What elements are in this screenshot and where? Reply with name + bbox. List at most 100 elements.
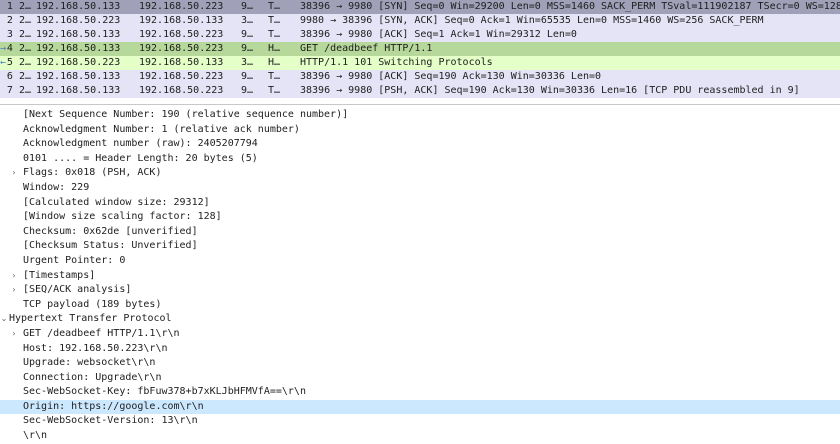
packet-details-tree[interactable]: [Next Sequence Number: 190 (relative seq…	[0, 105, 840, 444]
packet-info: 38396 → 9980 [SYN] Seq=0 Win=29200 Len=0…	[300, 1, 840, 12]
chevron-right-icon[interactable]: ›	[9, 283, 19, 298]
packet-source: 192.168.50.223	[36, 15, 121, 26]
packet-length: 9…	[241, 71, 254, 82]
detail-text: Upgrade: websocket\r\n	[23, 357, 156, 369]
packet-source: 192.168.50.133	[36, 85, 121, 96]
packet-source: 192.168.50.133	[36, 71, 121, 82]
packet-row[interactable]: 7 2… 192.168.50.133 192.168.50.223 9… T… 3839…	[0, 84, 840, 98]
detail-row[interactable]: Window: 229	[0, 181, 840, 196]
packet-destination: 192.168.50.133	[139, 15, 224, 26]
response-arrow-icon: ←	[0, 57, 7, 68]
packet-length: 3…	[241, 15, 254, 26]
packet-length: 9…	[241, 29, 254, 40]
detail-row[interactable]: › Flags: 0x018 (PSH, ACK)	[0, 166, 840, 181]
chevron-down-icon[interactable]: ⌄	[0, 312, 9, 327]
packet-protocol: T…	[268, 15, 281, 26]
detail-row[interactable]: › [SEQ/ACK analysis]	[0, 283, 840, 298]
detail-row[interactable]: 0101 .... = Header Length: 20 bytes (5)	[0, 152, 840, 167]
packet-number: 7 2…	[6, 85, 31, 96]
detail-text: Checksum: 0x62de [unverified]	[23, 225, 198, 237]
detail-row[interactable]: Sec-WebSocket-Version: 13\r\n	[0, 414, 840, 429]
packet-length: 3…	[241, 57, 254, 68]
detail-row[interactable]: [Checksum Status: Unverified]	[0, 239, 840, 254]
packet-source: 192.168.50.133	[36, 29, 121, 40]
detail-text: Hypertext Transfer Protocol	[9, 313, 172, 325]
detail-row[interactable]: Origin: https://google.com\r\n	[0, 399, 840, 415]
packet-info: 9980 → 38396 [SYN, ACK] Seq=0 Ack=1 Win=…	[300, 15, 764, 26]
detail-row[interactable]: [Next Sequence Number: 190 (relative seq…	[0, 108, 840, 123]
packet-protocol: T…	[268, 1, 281, 12]
packet-protocol: T…	[268, 71, 281, 82]
detail-text: [Timestamps]	[23, 269, 96, 281]
packet-source: 192.168.50.133	[36, 1, 121, 12]
detail-row[interactable]: Urgent Pointer: 0	[0, 254, 840, 269]
packet-destination: 192.168.50.223	[139, 1, 224, 12]
packet-row[interactable]: 3 2… 192.168.50.133 192.168.50.223 9… T… 3839…	[0, 28, 840, 42]
packet-source: 192.168.50.223	[36, 57, 121, 68]
packet-destination: 192.168.50.223	[139, 71, 224, 82]
request-arrow-icon: →	[0, 43, 7, 54]
detail-text: [Checksum Status: Unverified]	[23, 240, 198, 252]
detail-text: Sec-WebSocket-Version: 13\r\n	[23, 415, 198, 427]
packet-protocol: T…	[268, 85, 281, 96]
packet-info: 38396 → 9980 [PSH, ACK] Seq=190 Ack=130 …	[300, 85, 800, 96]
packet-row[interactable]: 6 2… 192.168.50.133 192.168.50.223 9… T… 3839…	[0, 70, 840, 84]
detail-row[interactable]: Acknowledgment number (raw): 2405207794	[0, 137, 840, 152]
packet-destination: 192.168.50.223	[139, 43, 224, 54]
chevron-right-icon[interactable]: ›	[9, 327, 19, 342]
detail-row[interactable]: [Window size scaling factor: 128]	[0, 210, 840, 225]
detail-row[interactable]: › GET /deadbeef HTTP/1.1\r\n	[0, 327, 840, 342]
packet-number: 2 2…	[6, 15, 31, 26]
packet-info: HTTP/1.1 101 Switching Protocols	[300, 57, 493, 68]
detail-row[interactable]: TCP payload (189 bytes)	[0, 298, 840, 313]
detail-text: TCP payload (189 bytes)	[23, 298, 162, 310]
detail-text: \r\n	[23, 430, 48, 442]
packet-row[interactable]: 1 2… 192.168.50.133 192.168.50.223 9… T… 3839…	[0, 0, 840, 14]
detail-text: Connection: Upgrade\r\n	[23, 371, 162, 383]
detail-text: [Window size scaling factor: 128]	[23, 211, 222, 223]
packet-protocol: H…	[268, 43, 281, 54]
packet-destination: 192.168.50.223	[139, 29, 224, 40]
detail-text: GET /deadbeef HTTP/1.1\r\n	[23, 327, 180, 339]
packet-number: 6 2…	[6, 71, 31, 82]
detail-row[interactable]: › [Timestamps]	[0, 269, 840, 284]
packet-protocol: T…	[268, 29, 281, 40]
packet-length: 9…	[241, 85, 254, 96]
detail-text: 0101 .... = Header Length: 20 bytes (5)	[23, 152, 258, 164]
detail-text: Window: 229	[23, 181, 90, 193]
detail-text: Flags: 0x018 (PSH, ACK)	[23, 167, 162, 179]
detail-row[interactable]: Upgrade: websocket\r\n	[0, 356, 840, 371]
detail-text: [Next Sequence Number: 190 (relative seq…	[23, 109, 349, 120]
detail-row[interactable]: Host: 192.168.50.223\r\n	[0, 342, 840, 357]
packet-row[interactable]: 2 2… 192.168.50.223 192.168.50.133 3… T… 9980…	[0, 14, 840, 28]
detail-row[interactable]: [Calculated window size: 29312]	[0, 196, 840, 211]
detail-row[interactable]: Checksum: 0x62de [unverified]	[0, 225, 840, 240]
packet-number: 3 2…	[6, 29, 31, 40]
detail-text: Sec-WebSocket-Key: fbFuw378+b7xKLJbHFMVf…	[23, 386, 306, 398]
detail-text: Acknowledgment Number: 1 (relative ack n…	[23, 123, 300, 135]
detail-text: Host: 192.168.50.223\r\n	[23, 342, 168, 354]
detail-row[interactable]: ⌄ Hypertext Transfer Protocol	[0, 312, 840, 327]
detail-text: [SEQ/ACK analysis]	[23, 284, 132, 296]
packet-info: 38396 → 9980 [ACK] Seq=1 Ack=1 Win=29312…	[300, 29, 577, 40]
packet-destination: 192.168.50.223	[139, 85, 224, 96]
detail-row[interactable]: \r\n	[0, 429, 840, 444]
packet-list[interactable]: 1 2… 192.168.50.133 192.168.50.223 9… T… 3839…	[0, 0, 840, 105]
packet-length: 9…	[241, 1, 254, 12]
packet-row[interactable]: 4 2… 192.168.50.133 192.168.50.223 9… H… GET …	[0, 42, 840, 56]
detail-row[interactable]: Connection: Upgrade\r\n	[0, 371, 840, 386]
detail-row[interactable]: Sec-WebSocket-Key: fbFuw378+b7xKLJbHFMVf…	[0, 385, 840, 400]
detail-text: Acknowledgment number (raw): 2405207794	[23, 138, 258, 150]
packet-number: 1 2…	[6, 1, 31, 12]
packet-row[interactable]: 5 2… 192.168.50.223 192.168.50.133 3… H… HTTP…	[0, 56, 840, 70]
detail-text: Origin: https://google.com\r\n	[23, 400, 204, 412]
chevron-right-icon[interactable]: ›	[9, 166, 19, 181]
detail-text: [Calculated window size: 29312]	[23, 196, 210, 208]
packet-info: GET /deadbeef HTTP/1.1	[300, 43, 433, 54]
detail-text: Urgent Pointer: 0	[23, 254, 126, 266]
detail-row[interactable]: Acknowledgment Number: 1 (relative ack n…	[0, 123, 840, 138]
chevron-right-icon[interactable]: ›	[9, 269, 19, 284]
packet-protocol: H…	[268, 57, 281, 68]
packet-length: 9…	[241, 43, 254, 54]
packet-destination: 192.168.50.133	[139, 57, 224, 68]
